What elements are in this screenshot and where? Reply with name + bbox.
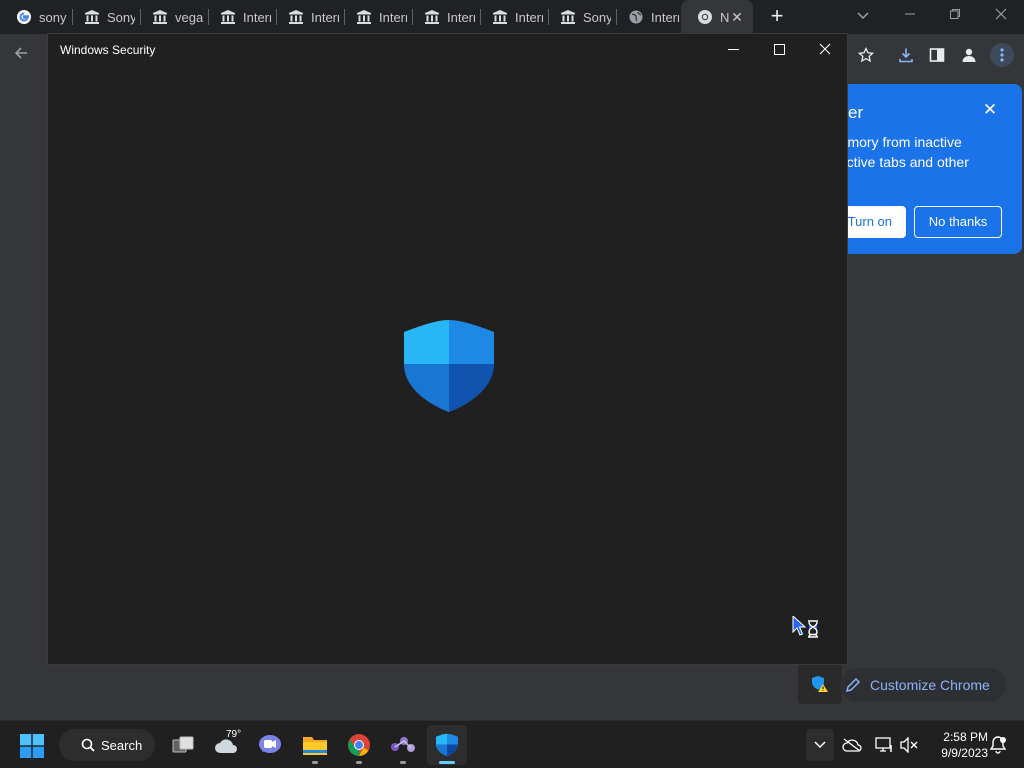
close-icon[interactable]: ✕ [980, 100, 1000, 120]
running-indicator [356, 761, 362, 764]
tab-3[interactable]: Intern [204, 0, 272, 34]
tab-title: sony [39, 9, 67, 25]
museum-icon [84, 9, 100, 25]
close-icon[interactable] [986, 4, 1016, 26]
museum-icon [424, 9, 440, 25]
tab-title: Intern [651, 9, 679, 25]
file-explorer-icon[interactable] [298, 729, 332, 764]
museum-icon [152, 9, 168, 25]
display-network-icon[interactable] [874, 735, 894, 755]
window-title: Windows Security [60, 43, 156, 57]
close-icon[interactable] [805, 38, 845, 62]
popup-line-2: y active tabs and other [828, 154, 969, 170]
museum-icon [356, 9, 372, 25]
show-hidden-icons-chevron[interactable] [806, 729, 834, 761]
bookmark-star-icon[interactable] [854, 43, 878, 67]
tab-0[interactable]: sony [0, 0, 68, 34]
notification-bell-icon[interactable] [988, 735, 1008, 755]
tab-title: vegas [175, 9, 203, 25]
popup-line-1: memory from inactive [828, 134, 962, 150]
tab-title: Intern [447, 9, 475, 25]
google-icon [16, 9, 32, 25]
busy-cursor-icon [792, 616, 818, 638]
popup-body: memory from inactive y active tabs and o… [828, 132, 1018, 172]
tab-title: Sony [583, 9, 611, 25]
clock-date: 9/9/2023 [941, 746, 988, 760]
tab-strip: sony Sony vegas Intern Intern Intern [0, 0, 1024, 34]
download-icon[interactable] [894, 43, 918, 67]
tab-10-active[interactable]: N ✕ [681, 0, 753, 34]
weather-temperature: 79° [226, 729, 242, 740]
tab-1[interactable]: Sony [68, 0, 136, 34]
profile-icon[interactable] [957, 43, 981, 67]
tab-title: Intern [243, 9, 271, 25]
tab-9[interactable]: Intern [612, 0, 680, 34]
chrome-taskbar-icon[interactable] [342, 729, 376, 764]
popup-title: er [848, 103, 864, 122]
clock-time: 2:58 PM [943, 730, 988, 744]
maximize-icon[interactable] [759, 38, 799, 62]
kebab-menu-icon[interactable] [990, 43, 1014, 67]
museum-icon [288, 9, 304, 25]
tab-6[interactable]: Intern [408, 0, 476, 34]
customize-chrome-label: Customize Chrome [870, 677, 990, 693]
windows-start-icon[interactable] [20, 734, 44, 758]
chevron-down-icon[interactable] [854, 7, 872, 25]
onedrive-offline-icon[interactable] [842, 735, 862, 755]
tab-4[interactable]: Intern [272, 0, 340, 34]
minimize-icon[interactable] [713, 38, 753, 62]
volume-muted-icon[interactable] [899, 735, 919, 755]
windows-security-window: Windows Security [47, 33, 848, 665]
globe-icon [628, 9, 644, 25]
windows-security-taskbar-icon[interactable] [427, 725, 467, 765]
back-arrow-icon[interactable] [10, 44, 32, 66]
side-panel-icon[interactable] [925, 43, 949, 67]
restore-icon[interactable] [940, 4, 970, 26]
running-indicator [400, 761, 406, 764]
taskbar-search[interactable]: Search [59, 729, 155, 761]
tab-8[interactable]: Sony [544, 0, 612, 34]
windows-security-shield-icon [404, 320, 494, 412]
customize-chrome-button[interactable]: Customize Chrome [840, 668, 1006, 702]
search-icon [81, 738, 95, 752]
running-indicator [312, 761, 318, 764]
tab-5[interactable]: Intern [340, 0, 408, 34]
museum-icon [220, 9, 236, 25]
teams-chat-icon[interactable] [253, 729, 287, 761]
taskbar: Search 79° 2:58 PM 9/9/2023 [0, 720, 1024, 768]
tab-title: Intern [379, 9, 407, 25]
app-network-icon[interactable] [386, 729, 420, 764]
museum-icon [492, 9, 508, 25]
pencil-icon [845, 677, 861, 693]
security-warning-tray-icon[interactable] [798, 664, 842, 704]
tab-title: Intern [311, 9, 339, 25]
tab-title: Sony [107, 9, 135, 25]
tab-7[interactable]: Intern [476, 0, 544, 34]
task-view-icon[interactable] [166, 729, 200, 761]
close-tab-icon[interactable]: ✕ [729, 9, 745, 25]
active-indicator [439, 761, 455, 764]
no-thanks-button[interactable]: No thanks [914, 206, 1002, 238]
new-tab-button[interactable]: + [766, 5, 788, 28]
tab-title: Intern [515, 9, 543, 25]
tab-2[interactable]: vegas [136, 0, 204, 34]
museum-icon [560, 9, 576, 25]
minimize-icon[interactable] [895, 4, 925, 26]
search-label: Search [101, 737, 143, 753]
chrome-icon [697, 9, 713, 25]
system-clock[interactable]: 2:58 PM 9/9/2023 [926, 729, 988, 761]
memory-saver-popup: er ✕ memory from inactive y active tabs … [820, 84, 1022, 254]
